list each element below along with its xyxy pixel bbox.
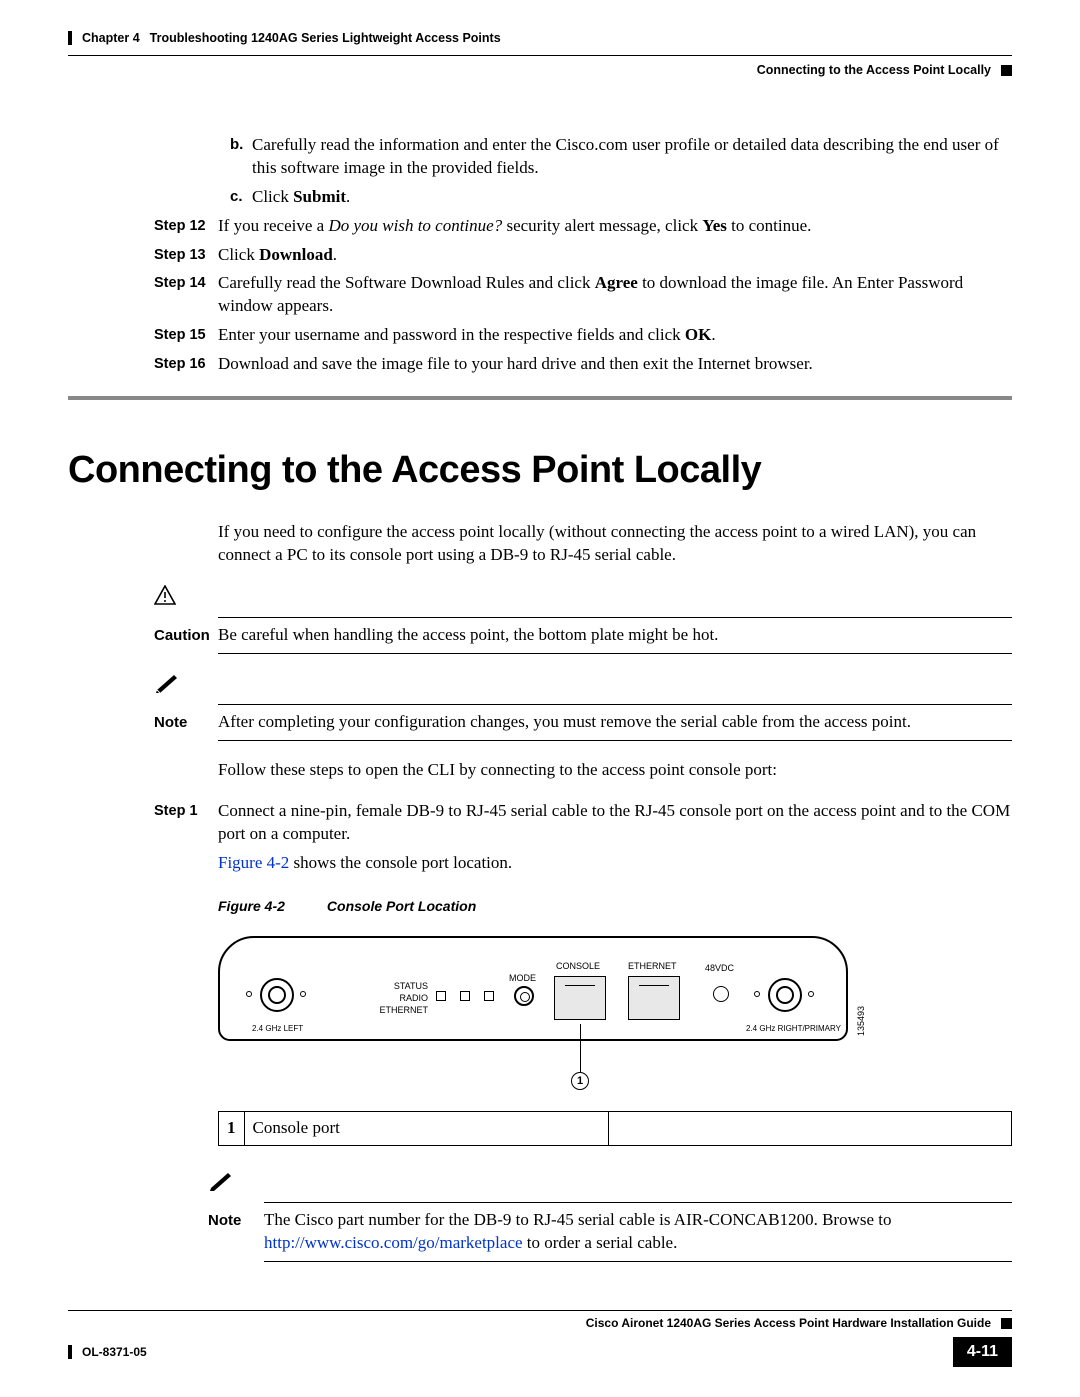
mode-button-icon <box>514 986 534 1006</box>
screw-icon <box>300 991 306 997</box>
led-row <box>436 991 494 1001</box>
footer-guide: Cisco Aironet 1240AG Series Access Point… <box>586 1315 991 1331</box>
left-antenna-label: 2.4 GHz LEFT <box>252 1024 303 1035</box>
step-13: Step 13 Click Download. <box>218 244 1012 267</box>
header-square-icon <box>1001 65 1012 76</box>
heading-1: Connecting to the Access Point Locally <box>68 445 1012 496</box>
callout-leader <box>580 1024 581 1072</box>
status-led-icon <box>436 991 446 1001</box>
page-number: 4-11 <box>953 1337 1012 1367</box>
step-15-label: Step 15 <box>154 324 218 347</box>
page-header: Chapter 4 Troubleshooting 1240AG Series … <box>68 30 1012 79</box>
power-jack-icon <box>713 986 729 1002</box>
substep-c-text: Click Submit. <box>252 186 1012 209</box>
substep-c-label: c. <box>230 186 252 209</box>
footer-square-icon <box>1001 1318 1012 1329</box>
step-1-text: Connect a nine-pin, female DB-9 to RJ-45… <box>218 800 1012 846</box>
ethernet-led-icon <box>484 991 494 1001</box>
chapter-label: Chapter 4 <box>82 30 140 47</box>
section-divider <box>68 396 1012 400</box>
follow-paragraph: Follow these steps to open the CLI by co… <box>218 759 1012 782</box>
diagram-id: 135493 <box>855 1006 867 1036</box>
radio-label: RADIO <box>370 992 428 1004</box>
note-callout-2: Note The Cisco part number for the DB-9 … <box>208 1170 1012 1262</box>
caution-icon <box>154 585 1012 613</box>
step-16-label: Step 16 <box>154 353 218 376</box>
antenna-left-icon <box>260 978 294 1012</box>
chapter-title: Troubleshooting 1240AG Series Lightweigh… <box>150 30 501 47</box>
note-callout-1: Note After completing your configuration… <box>154 672 1012 741</box>
caution-text: Be careful when handling the access poin… <box>218 624 1012 647</box>
substep-b-label: b. <box>230 134 252 180</box>
ethernet-label: ETHERNET <box>628 960 677 972</box>
note-icon <box>154 672 1012 700</box>
footer-doc: OL-8371-05 <box>82 1344 147 1360</box>
figure-caption: Figure 4-2Console Port Location <box>218 897 1012 916</box>
step-13-text: Click Download. <box>218 244 1012 267</box>
step-12-label: Step 12 <box>154 215 218 238</box>
substep-b-text: Carefully read the information and enter… <box>252 134 1012 180</box>
radio-led-icon <box>460 991 470 1001</box>
step-16: Step 16 Download and save the image file… <box>218 353 1012 376</box>
marketplace-link[interactable]: http://www.cisco.com/go/marketplace <box>264 1233 523 1252</box>
console-port-diagram: STATUS RADIO ETHERNET MODE CONSOLE ETHER… <box>218 936 858 1096</box>
section-label: Connecting to the Access Point Locally <box>757 62 991 79</box>
step-12-text: If you receive a Do you wish to continue… <box>218 215 1012 238</box>
legend-empty <box>609 1111 1012 1145</box>
legend-table: 1 Console port <box>218 1111 1012 1146</box>
step-1-label: Step 1 <box>154 800 218 846</box>
note-text: After completing your configuration chan… <box>218 711 1012 734</box>
antenna-right-icon <box>768 978 802 1012</box>
note-icon <box>208 1170 1012 1198</box>
legend-num: 1 <box>219 1111 245 1145</box>
note-label: Note <box>154 711 218 734</box>
page-footer: Cisco Aironet 1240AG Series Access Point… <box>68 1310 1012 1367</box>
footer-bar-icon <box>68 1345 72 1359</box>
note-text: The Cisco part number for the DB-9 to RJ… <box>264 1209 1012 1255</box>
screw-icon <box>754 991 760 997</box>
step-14: Step 14 Carefully read the Software Down… <box>218 272 1012 318</box>
screw-icon <box>246 991 252 997</box>
substep-b: b. Carefully read the information and en… <box>230 134 1012 180</box>
caution-label: Caution <box>154 624 218 647</box>
screw-icon <box>808 991 814 997</box>
header-bar-icon <box>68 31 72 45</box>
figure-reference: Figure 4-2 shows the console port locati… <box>218 852 1012 875</box>
ethernet-port-icon <box>628 976 680 1020</box>
console-label: CONSOLE <box>556 960 600 972</box>
vdc-label: 48VDC <box>705 962 734 974</box>
step-1: Step 1 Connect a nine-pin, female DB-9 t… <box>218 800 1012 846</box>
figure-link[interactable]: Figure 4-2 <box>218 853 289 872</box>
table-row: 1 Console port <box>219 1111 1012 1145</box>
callout-number: 1 <box>571 1072 589 1090</box>
status-label: STATUS <box>370 980 428 992</box>
step-14-text: Carefully read the Software Download Rul… <box>218 272 1012 318</box>
substep-c: c. Click Submit. <box>230 186 1012 209</box>
right-antenna-label: 2.4 GHz RIGHT/PRIMARY <box>746 1024 841 1035</box>
intro-paragraph: If you need to configure the access poin… <box>218 521 1012 567</box>
step-15-text: Enter your username and password in the … <box>218 324 1012 347</box>
ethernet-led-label: ETHERNET <box>370 1004 428 1016</box>
mode-label: MODE <box>509 972 536 984</box>
console-port-icon <box>554 976 606 1020</box>
step-15: Step 15 Enter your username and password… <box>218 324 1012 347</box>
caution-callout: Caution Be careful when handling the acc… <box>154 585 1012 654</box>
note-label: Note <box>208 1209 264 1255</box>
legend-text: Console port <box>244 1111 609 1145</box>
step-13-label: Step 13 <box>154 244 218 267</box>
step-14-label: Step 14 <box>154 272 218 318</box>
step-16-text: Download and save the image file to your… <box>218 353 1012 376</box>
step-12: Step 12 If you receive a Do you wish to … <box>218 215 1012 238</box>
